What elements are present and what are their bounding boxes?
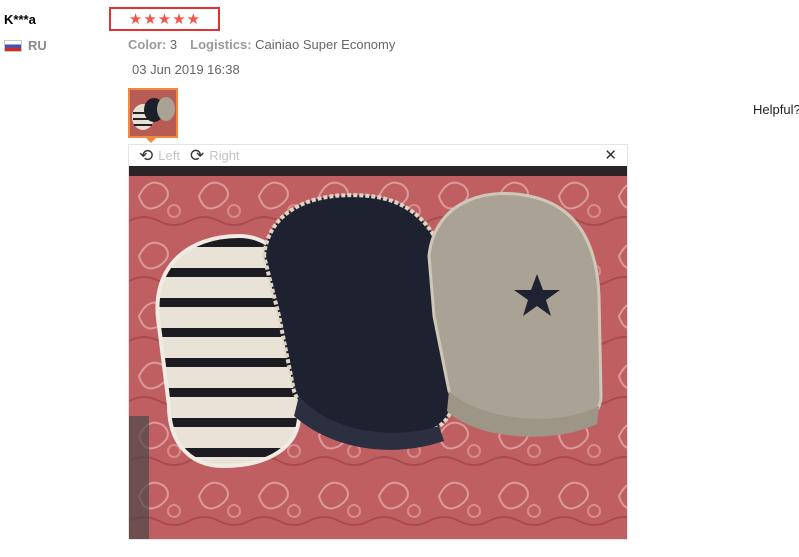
- star-icon: ★: [172, 10, 186, 28]
- logistics-info: Logistics: Cainiao Super Economy: [190, 37, 395, 52]
- review-photo-image: [129, 166, 627, 539]
- review-item: K***a RU ★ ★ ★ ★ ★ Color: 3 Logistics: C…: [0, 0, 799, 557]
- star-icon: ★: [157, 10, 172, 28]
- rotate-right-icon: ⟳: [189, 146, 205, 165]
- star-icon: ★: [143, 10, 157, 28]
- thumbnail-selected-caret: [145, 137, 157, 143]
- country-code: RU: [28, 38, 47, 53]
- rotate-left-label: Left: [158, 148, 180, 163]
- rotate-right-label: Right: [209, 148, 240, 163]
- review-date: 03 Jun 2019 16:38: [132, 62, 240, 77]
- color-label: Color:: [128, 37, 167, 52]
- star-icon: ★: [128, 10, 143, 28]
- viewer-toolbar: ⟲ Left ⟳ Right ✕: [129, 145, 627, 166]
- thumbnail-image: [130, 90, 176, 136]
- review-photo-thumbnail[interactable]: [128, 88, 178, 138]
- photo-viewer: ⟲ Left ⟳ Right ✕: [128, 144, 628, 540]
- rotate-right-button[interactable]: ⟳ Right: [190, 147, 240, 164]
- star-rating: ★ ★ ★ ★ ★: [109, 7, 220, 31]
- logistics-value: Cainiao Super Economy: [255, 37, 396, 52]
- rotate-left-button[interactable]: ⟲ Left: [139, 147, 180, 164]
- reviewer-country: RU: [4, 38, 47, 53]
- star-icon: ★: [186, 10, 201, 28]
- review-photo: [129, 166, 627, 539]
- rotate-left-icon: ⟲: [139, 146, 154, 165]
- close-viewer-button[interactable]: ✕: [604, 147, 617, 164]
- order-info: Color: 3 Logistics: Cainiao Super Econom…: [128, 37, 395, 52]
- color-value: 3: [169, 37, 178, 52]
- russia-flag-icon: [4, 39, 22, 52]
- reviewer-name: K***a: [4, 12, 36, 27]
- logistics-label: Logistics:: [190, 37, 252, 52]
- helpful-label: Helpful?: [753, 102, 799, 117]
- color-info: Color: 3: [128, 37, 177, 52]
